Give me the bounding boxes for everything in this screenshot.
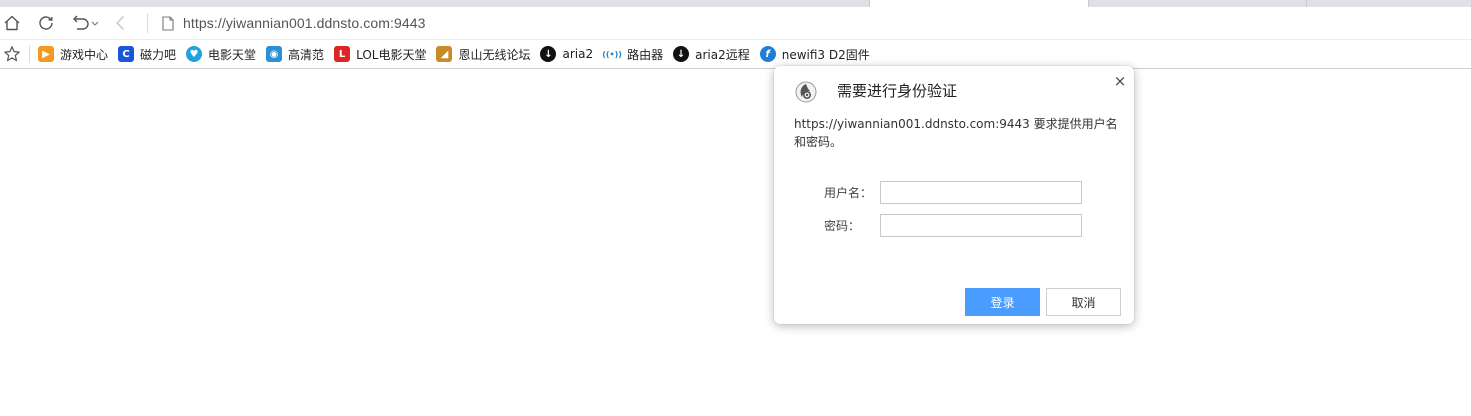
password-field[interactable] [880, 214, 1082, 237]
bookmark-label: 电影天堂 [208, 47, 257, 62]
movie-heaven-icon: ♥ [186, 46, 203, 62]
download-arrow-icon: ↓ [540, 46, 557, 62]
close-icon[interactable]: × [1113, 74, 1127, 89]
bookmark-label: newifi3 D2固件 [781, 47, 870, 62]
bookmark-label: LOL电影天堂 [356, 47, 427, 62]
bookmark-label: 磁力吧 [140, 47, 177, 62]
undo-icon[interactable] [71, 12, 101, 34]
username-label: 用户名： [823, 186, 872, 200]
cancel-button[interactable]: 取消 [1046, 288, 1121, 316]
browser-logo-icon [795, 81, 817, 103]
tab-separator [1088, 0, 1089, 7]
game-center-icon: ▶ [38, 46, 54, 62]
bookmark-label: aria2远程 [695, 47, 750, 62]
bookmarks-bar: ▶ 游戏中心 C 磁力吧 ♥ 电影天堂 ◉ 高清范 L LOL电影天堂 ◢ 恩山… [0, 39, 1471, 69]
home-icon[interactable] [1, 12, 23, 34]
bookmark-label: aria2 [562, 47, 594, 61]
newifi-icon: f [759, 46, 776, 62]
bookmark-movie-heaven[interactable]: ♥ 电影天堂 [186, 46, 256, 63]
download-arrow-icon: ↓ [673, 46, 690, 62]
lol-movie-icon: L [334, 46, 351, 62]
address-bar[interactable]: https://yiwannian001.ddnsto.com:9443 [183, 14, 426, 32]
cili-icon: C [118, 46, 135, 62]
bookmark-aria2[interactable]: ↓ aria2 [540, 46, 593, 62]
bookmark-label: 游戏中心 [60, 47, 109, 62]
bookmark-label: 路由器 [627, 47, 664, 62]
bookmark-cili[interactable]: C 磁力吧 [118, 46, 176, 63]
bookmark-newifi3-firmware[interactable]: f newifi3 D2固件 [759, 46, 870, 63]
bookmark-game-center[interactable]: ▶ 游戏中心 [38, 46, 108, 63]
gaoqingfan-icon: ◉ [266, 46, 283, 62]
wireless-signal-icon: ((•)) [602, 46, 622, 62]
refresh-icon[interactable] [35, 12, 57, 34]
bookmark-gaoqingfan[interactable]: ◉ 高清范 [266, 46, 324, 63]
page-icon [160, 13, 176, 33]
password-label: 密码： [823, 219, 860, 233]
bookmark-label: 高清范 [288, 47, 325, 62]
bookmark-right-forum[interactable]: ◢ 恩山无线论坛 [436, 46, 530, 63]
username-field[interactable] [880, 181, 1082, 204]
navigation-toolbar: https://yiwannian001.ddnsto.com:9443 [0, 7, 1471, 39]
tab-separator [1306, 0, 1307, 7]
back-icon[interactable] [110, 12, 132, 34]
login-button[interactable]: 登录 [965, 288, 1040, 316]
bookmark-list: ▶ 游戏中心 C 磁力吧 ♥ 电影天堂 ◉ 高清范 L LOL电影天堂 ◢ 恩山… [38, 45, 880, 63]
star-icon[interactable] [3, 45, 21, 63]
bookmark-lol-movie-heaven[interactable]: L LOL电影天堂 [334, 46, 426, 63]
tab-strip [0, 0, 1471, 7]
dialog-message: https://yiwannian001.ddnsto.com:9443 要求提… [794, 117, 1118, 149]
toolbar-divider [147, 13, 148, 33]
bookmarks-divider [29, 45, 30, 63]
bookmark-aria2-remote[interactable]: ↓ aria2远程 [673, 46, 750, 63]
right-forum-icon: ◢ [436, 46, 453, 62]
bookmark-router[interactable]: ((•)) 路由器 [602, 46, 664, 63]
active-tab[interactable] [870, 0, 1088, 7]
auth-dialog: 需要进行身份验证 × https://yiwannian001.ddnsto.c… [774, 66, 1134, 324]
bookmark-label: 恩山无线论坛 [458, 47, 531, 62]
dialog-title: 需要进行身份验证 [837, 82, 958, 100]
